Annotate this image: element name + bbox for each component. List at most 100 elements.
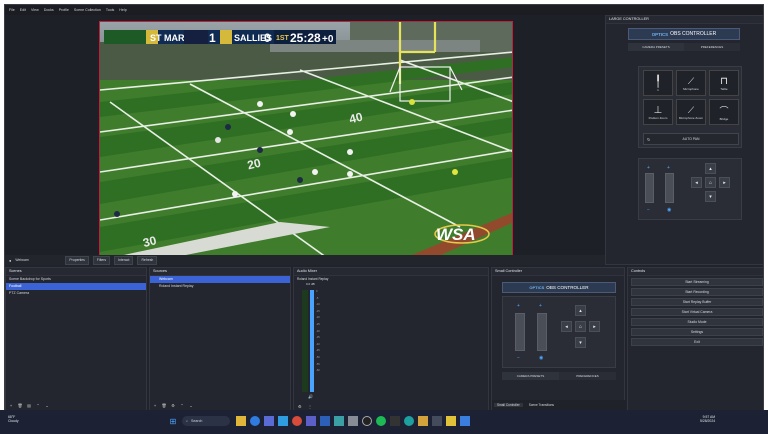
preset-1[interactable]: ╿ 1 xyxy=(643,70,673,96)
source-item[interactable]: Roland Instant Replay xyxy=(150,283,290,290)
pan-right-button[interactable]: ▸ xyxy=(719,177,730,188)
studio-mode-button[interactable]: Studio Mode xyxy=(631,318,763,326)
small-pan-right-button[interactable]: ▸ xyxy=(589,321,600,332)
arrow-down-icon: ▾ xyxy=(579,339,582,346)
menu-tools[interactable]: Tools xyxy=(106,8,114,12)
folder-icon[interactable] xyxy=(418,416,428,426)
menu-scene-collection[interactable]: Scene Collection xyxy=(74,8,101,12)
mail-icon[interactable] xyxy=(278,416,288,426)
chrome-icon[interactable] xyxy=(292,416,302,426)
security-icon[interactable] xyxy=(460,416,470,426)
system-clock[interactable]: 9:57 AM 5/28/2024 xyxy=(700,415,715,423)
properties-button[interactable]: Properties xyxy=(65,255,89,265)
menu-file[interactable]: File xyxy=(9,8,15,12)
small-brand-logo: OPTICS xyxy=(529,285,545,290)
small-pan-down-button[interactable]: ▾ xyxy=(575,337,586,348)
store-icon[interactable] xyxy=(264,416,274,426)
add-icon[interactable]: + xyxy=(152,402,158,408)
speaker-icon[interactable]: 🔊 xyxy=(308,394,313,399)
delete-icon[interactable]: 🗑 xyxy=(161,402,167,408)
word-icon[interactable] xyxy=(320,416,330,426)
pan-left-button[interactable]: ◂ xyxy=(691,177,702,188)
menu-help[interactable]: Help xyxy=(119,8,126,12)
obs-window: File Edit View Docks Profile Scene Colle… xyxy=(4,4,764,428)
auto-pan-button[interactable]: ↻ AUTO PAN xyxy=(643,133,739,145)
exit-button[interactable]: Exit xyxy=(631,338,763,346)
arrow-up-icon: ▴ xyxy=(709,165,712,172)
move-down-icon[interactable]: ⌄ xyxy=(44,402,50,408)
preset-podium-zoom[interactable]: ⊥ Podium Zoom xyxy=(643,99,673,125)
preset-microphone[interactable]: ⟋ Microphone xyxy=(676,70,706,96)
more-icon[interactable]: ⋮ xyxy=(308,404,312,409)
taskbar-search[interactable]: ⌕ Search xyxy=(182,416,230,426)
scenes-dock: Scenes Scene Backdrop for Sports Footbal… xyxy=(5,267,147,411)
menu-docks[interactable]: Docks xyxy=(44,8,54,12)
photos-icon[interactable] xyxy=(334,416,344,426)
zoom-slider[interactable] xyxy=(645,173,654,203)
start-virtual-camera-label: Start Virtual Camera xyxy=(681,310,713,314)
interact-button[interactable]: Interact xyxy=(114,255,134,265)
dock-tab-scene-transitions[interactable]: Scene Transitions xyxy=(526,403,557,407)
scene-item[interactable]: Scene Backdrop for Sports xyxy=(6,276,146,283)
scale-label: -20 xyxy=(316,316,320,320)
focus-slider[interactable] xyxy=(665,173,674,203)
menu-view[interactable]: View xyxy=(31,8,39,12)
home-score: 1 xyxy=(209,31,216,45)
edge-icon[interactable] xyxy=(404,416,414,426)
dock-tab-small-controller[interactable]: Small Controller xyxy=(494,403,523,407)
preset-table[interactable]: ⊓ Table xyxy=(709,70,739,96)
move-up-icon[interactable]: ⌃ xyxy=(179,402,185,408)
period-label: 1ST xyxy=(276,35,290,42)
volume-fader[interactable] xyxy=(310,290,314,392)
move-up-icon[interactable]: ⌃ xyxy=(35,402,41,408)
start-virtual-camera-button[interactable]: Start Virtual Camera xyxy=(631,308,763,316)
small-pan-left-button[interactable]: ◂ xyxy=(561,321,572,332)
tab-camera-presets[interactable]: CAMERA PRESETS xyxy=(628,43,684,51)
windows-start-icon[interactable]: ⊞ xyxy=(168,416,178,426)
browser-icon[interactable] xyxy=(250,416,260,426)
start-replay-buffer-button[interactable]: Start Replay Buffer xyxy=(631,298,763,306)
start-recording-label: Start Recording xyxy=(685,290,709,294)
tab-preferences[interactable]: PREFERENCES xyxy=(684,43,740,51)
add-icon[interactable]: + xyxy=(8,402,14,408)
pan-down-button[interactable]: ▾ xyxy=(705,191,716,202)
small-pan-up-button[interactable]: ▴ xyxy=(575,305,586,316)
small-focus-slider[interactable] xyxy=(537,313,547,351)
obs-app-icon[interactable] xyxy=(362,416,372,426)
gear-icon[interactable]: ⚙ xyxy=(170,402,176,408)
camera-app-icon[interactable] xyxy=(432,416,442,426)
scene-item[interactable]: PTZ Camera xyxy=(6,290,146,297)
small-pan-home-button[interactable]: ⌂ xyxy=(575,321,586,332)
menu-profile[interactable]: Profile xyxy=(59,8,69,12)
settings-button[interactable]: Settings xyxy=(631,328,763,336)
zoom-minus-indicator: − xyxy=(647,207,650,213)
focus-minus-indicator: ◉ xyxy=(539,355,544,361)
settings-app-icon[interactable] xyxy=(348,416,358,426)
small-tab-preferences[interactable]: PREFERENCES xyxy=(559,372,616,380)
pan-up-button[interactable]: ▴ xyxy=(705,163,716,174)
menu-edit[interactable]: Edit xyxy=(20,8,26,12)
source-item-selected[interactable]: Webcam xyxy=(150,276,290,283)
preset-microphone-zoom[interactable]: ⟋ Microphone Zoom xyxy=(676,99,706,125)
small-zoom-slider[interactable] xyxy=(515,313,525,351)
move-down-icon[interactable]: ⌄ xyxy=(188,402,194,408)
gear-icon[interactable]: ⚙ xyxy=(298,404,302,409)
refresh-button[interactable]: Refresh xyxy=(137,255,158,265)
file-explorer-icon[interactable] xyxy=(236,416,246,426)
scene-item-selected[interactable]: Football xyxy=(6,283,146,290)
notes-icon[interactable] xyxy=(446,416,456,426)
teams-icon[interactable] xyxy=(306,416,316,426)
preset-bridge[interactable]: ⌒ Bridge xyxy=(709,99,739,125)
terminal-icon[interactable] xyxy=(390,416,400,426)
filter-icon[interactable]: ▤ xyxy=(26,402,32,408)
weather-widget[interactable]: 68°F Cloudy xyxy=(8,415,19,423)
pan-home-button[interactable]: ⌂ xyxy=(705,177,716,188)
program-preview[interactable]: 20 30 40 WSA ST MARK'S 1 SALLIES 0 1ST 2… xyxy=(99,21,513,259)
small-tab-camera-presets[interactable]: CAMERA PRESETS xyxy=(502,372,559,380)
filters-button[interactable]: Filters xyxy=(92,255,111,265)
preset-table-label: Table xyxy=(720,86,728,91)
start-recording-button[interactable]: Start Recording xyxy=(631,288,763,296)
delete-icon[interactable]: 🗑 xyxy=(17,402,23,408)
spotify-icon[interactable] xyxy=(376,416,386,426)
start-streaming-button[interactable]: Start Streaming xyxy=(631,278,763,286)
